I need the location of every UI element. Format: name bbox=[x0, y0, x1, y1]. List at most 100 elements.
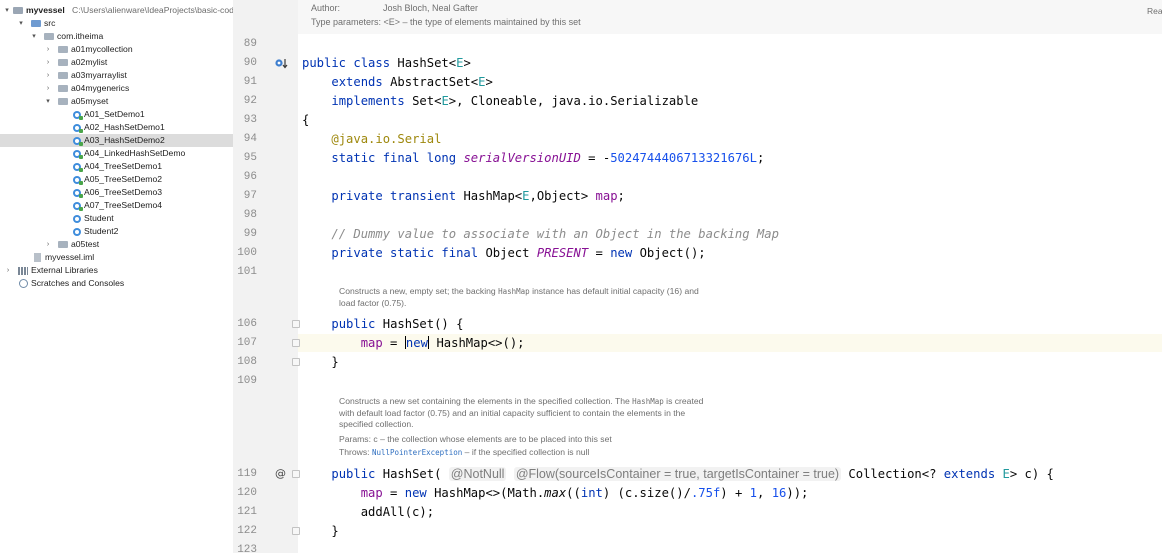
chevron-down-icon[interactable]: ▾ bbox=[17, 17, 25, 30]
tree-node-a01mycollection[interactable]: › a01mycollection bbox=[0, 43, 233, 56]
text-caret bbox=[427, 336, 430, 349]
tree-node-label: A06_TreeSetDemo3 bbox=[84, 187, 163, 197]
chevron-right-icon[interactable]: › bbox=[44, 82, 52, 95]
tree-node-class[interactable]: A04_LinkedHashSetDemo bbox=[0, 147, 233, 160]
doc-code: HashMap bbox=[498, 287, 530, 296]
code-line-99[interactable]: // Dummy value to associate with an Obje… bbox=[302, 227, 779, 241]
doc-text: Throws: bbox=[339, 447, 372, 458]
tree-node-label: com.itheima bbox=[57, 31, 104, 41]
class-icon bbox=[73, 227, 81, 236]
code-line-107[interactable]: map = new HashMap<>(); bbox=[302, 336, 525, 350]
tree-node-class[interactable]: Student2 bbox=[0, 225, 233, 238]
doc-text: load factor (0.75). bbox=[339, 297, 407, 308]
tree-node-class[interactable]: A06_TreeSetDemo3 bbox=[0, 186, 233, 199]
tree-node-src[interactable]: ▾ src bbox=[0, 17, 233, 30]
source-folder-icon bbox=[31, 20, 41, 27]
tree-node-com-itheima[interactable]: ▾ com.itheima bbox=[0, 30, 233, 43]
code-line-97[interactable]: private transient HashMap<E,Object> map; bbox=[302, 189, 625, 203]
chevron-right-icon[interactable]: › bbox=[44, 238, 52, 251]
tree-node-label: A04_TreeSetDemo1 bbox=[84, 161, 163, 171]
fold-icon[interactable] bbox=[292, 470, 300, 478]
tree-node-label: A05_TreeSetDemo2 bbox=[84, 174, 163, 184]
code-line-106[interactable]: public HashSet() { bbox=[302, 317, 463, 331]
runnable-class-icon bbox=[73, 136, 83, 146]
code-line-100[interactable]: private static final Object PRESENT = ne… bbox=[302, 246, 705, 260]
line-number: 98 bbox=[243, 209, 257, 221]
package-icon bbox=[58, 85, 68, 92]
code-line-122[interactable]: } bbox=[302, 524, 338, 538]
chevron-down-icon[interactable]: ▾ bbox=[3, 4, 11, 17]
tree-node-label: Student bbox=[84, 213, 114, 223]
override-marker-icon[interactable]: @ bbox=[275, 467, 286, 480]
code-line-119[interactable]: public HashSet( @NotNull @Flow(sourceIsC… bbox=[302, 467, 1054, 481]
chevron-right-icon[interactable]: › bbox=[44, 69, 52, 82]
tree-node-scratches[interactable]: Scratches and Consoles bbox=[0, 277, 233, 290]
tree-node-label: Scratches and Consoles bbox=[31, 278, 125, 288]
tree-node-label: A01_SetDemo1 bbox=[84, 109, 145, 119]
tree-node-class[interactable]: A02_HashSetDemo1 bbox=[0, 121, 233, 134]
module-folder-icon bbox=[13, 7, 23, 14]
tree-node-class[interactable]: A05_TreeSetDemo2 bbox=[0, 173, 233, 186]
chevron-right-icon[interactable]: › bbox=[44, 43, 52, 56]
runnable-class-icon bbox=[73, 123, 83, 133]
line-number: 119 bbox=[237, 468, 257, 480]
doc-text: instance has default initial capacity (1… bbox=[529, 286, 699, 296]
chevron-down-icon[interactable]: ▾ bbox=[30, 30, 38, 43]
package-icon bbox=[58, 46, 68, 53]
tree-node-iml[interactable]: myvessel.iml bbox=[0, 251, 233, 264]
reader-mode-toggle[interactable]: Rea bbox=[1147, 6, 1162, 16]
line-number: 120 bbox=[237, 487, 257, 499]
doc-text: with default load factor (0.75) and an i… bbox=[339, 407, 686, 418]
tree-node-a03myarraylist[interactable]: › a03myarraylist bbox=[0, 69, 233, 82]
tree-node-class[interactable]: A04_TreeSetDemo1 bbox=[0, 160, 233, 173]
code-line-108[interactable]: } bbox=[302, 355, 338, 369]
code-line-94[interactable]: @java.io.Serial bbox=[302, 132, 441, 146]
doc-type-params: Type parameters: <E> – the type of eleme… bbox=[311, 17, 581, 27]
code-line-121[interactable]: addAll(c); bbox=[302, 505, 434, 519]
line-number: 92 bbox=[243, 95, 257, 107]
code-line-90[interactable]: public class HashSet<E> bbox=[302, 56, 471, 70]
tree-node-a04mygenerics[interactable]: › a04mygenerics bbox=[0, 82, 233, 95]
runnable-class-icon bbox=[73, 149, 83, 159]
doc-text: Constructs a new set containing the elem… bbox=[339, 396, 633, 406]
tree-node-class-selected[interactable]: A03_HashSetDemo2 bbox=[0, 134, 233, 147]
line-number: 108 bbox=[237, 356, 257, 368]
code-line-120[interactable]: map = new HashMap<>(Math.max((int) (c.si… bbox=[302, 486, 809, 500]
fold-icon[interactable] bbox=[292, 358, 300, 366]
line-number: 121 bbox=[237, 506, 257, 518]
iml-file-icon bbox=[34, 253, 41, 262]
code-line-92[interactable]: implements Set<E>, Cloneable, java.io.Se… bbox=[302, 94, 698, 108]
tree-node-a05myset[interactable]: ▾ a05myset bbox=[0, 95, 233, 108]
chevron-right-icon[interactable]: › bbox=[44, 56, 52, 69]
doc-text: – if the specified collection is null bbox=[462, 447, 590, 458]
fold-icon[interactable] bbox=[292, 320, 300, 328]
tree-node-label: a03myarraylist bbox=[71, 70, 127, 80]
javadoc-constructor-1: Constructs a new, empty set; the backing… bbox=[339, 286, 699, 309]
class-icon bbox=[73, 214, 81, 223]
scratches-icon bbox=[19, 279, 28, 288]
code-editor[interactable]: Author: Josh Bloch, Neal Gafter Type para… bbox=[233, 0, 1162, 556]
library-icon bbox=[18, 266, 28, 275]
fold-icon[interactable] bbox=[292, 527, 300, 535]
code-line-95[interactable]: static final long serialVersionUID = -50… bbox=[302, 151, 764, 165]
tree-node-class[interactable]: Student bbox=[0, 212, 233, 225]
code-line-91[interactable]: extends AbstractSet<E> bbox=[302, 75, 492, 89]
tree-node-a02mylist[interactable]: › a02mylist bbox=[0, 56, 233, 69]
code-line-93[interactable]: { bbox=[302, 113, 309, 127]
tree-node-myvessel[interactable]: ▾ myvessel C:\Users\alienware\IdeaProject… bbox=[0, 4, 233, 17]
chevron-right-icon[interactable]: › bbox=[4, 264, 12, 277]
tree-node-external-libraries[interactable]: › External Libraries bbox=[0, 264, 233, 277]
doc-link[interactable]: NullPointerException bbox=[372, 448, 462, 457]
runnable-class-icon bbox=[73, 188, 83, 198]
tree-node-label: myvessel.iml bbox=[45, 252, 95, 262]
tree-node-a05test[interactable]: › a05test bbox=[0, 238, 233, 251]
fold-icon[interactable] bbox=[292, 339, 300, 347]
tree-node-class[interactable]: A07_TreeSetDemo4 bbox=[0, 199, 233, 212]
implements-interface-icon[interactable] bbox=[274, 57, 288, 69]
tree-node-class[interactable]: A01_SetDemo1 bbox=[0, 108, 233, 121]
line-number: 95 bbox=[243, 152, 257, 164]
runnable-class-icon bbox=[73, 162, 83, 172]
line-number: 89 bbox=[243, 38, 257, 50]
project-tree[interactable]: ▾ myvessel C:\Users\alienware\IdeaProject… bbox=[0, 0, 233, 553]
chevron-down-icon[interactable]: ▾ bbox=[44, 95, 52, 108]
